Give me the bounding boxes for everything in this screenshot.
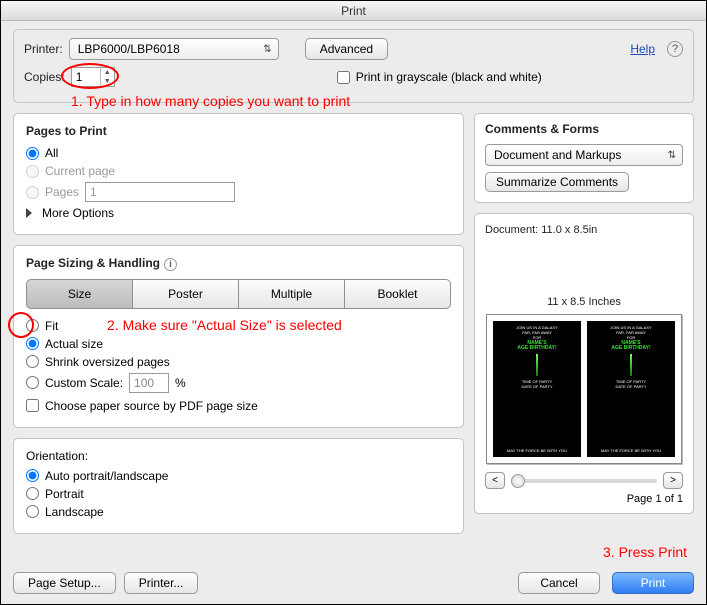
pages-range-input[interactable]: [85, 182, 235, 202]
choose-paper-checkbox[interactable]: [26, 399, 39, 412]
help-link[interactable]: Help: [630, 42, 655, 56]
shrink-radio[interactable]: [26, 355, 39, 368]
preview-panel: Document: 11.0 x 8.5in 11 x 8.5 Inches J…: [474, 213, 694, 514]
advanced-button[interactable]: Advanced: [305, 38, 388, 60]
printer-select[interactable]: LBP6000/LBP6018 ⇅: [69, 38, 279, 60]
doc-dims: Document: 11.0 x 8.5in: [485, 224, 683, 236]
preview-caption: 11 x 8.5 Inches: [485, 296, 683, 308]
preview-page: JOIN US IN A GALAXYFAR, FAR AWAYFOR NAME…: [486, 314, 682, 464]
cancel-button[interactable]: Cancel: [518, 572, 600, 594]
copies-input[interactable]: [72, 68, 100, 86]
window-title: Print: [1, 1, 706, 21]
pages-range-radio: [26, 186, 39, 199]
comments-heading: Comments & Forms: [485, 122, 683, 136]
slider-thumb[interactable]: [511, 474, 525, 488]
pages-current-radio: [26, 165, 39, 178]
seg-multiple[interactable]: Multiple: [239, 279, 345, 309]
orient-auto-radio[interactable]: [26, 469, 39, 482]
print-top-panel: Printer: LBP6000/LBP6018 ⇅ Advanced Help…: [13, 29, 694, 103]
printer-label: Printer:: [24, 42, 63, 56]
printer-select-value: LBP6000/LBP6018: [78, 42, 180, 56]
orientation-heading: Orientation:: [26, 449, 451, 463]
orient-portrait-row[interactable]: Portrait: [26, 487, 451, 501]
more-options-toggle[interactable]: More Options: [26, 206, 451, 220]
fit-radio[interactable]: [26, 319, 39, 332]
prev-page-button[interactable]: <: [485, 472, 505, 489]
info-icon[interactable]: i: [164, 258, 177, 271]
grayscale-checkbox[interactable]: [337, 71, 350, 84]
custom-scale-row[interactable]: Custom Scale: %: [26, 373, 451, 393]
custom-scale-radio[interactable]: [26, 376, 39, 389]
pages-heading: Pages to Print: [26, 124, 451, 138]
copies-label: Copies:: [24, 70, 65, 84]
custom-scale-input[interactable]: [129, 373, 169, 393]
choose-paper-row[interactable]: Choose paper source by PDF page size: [26, 399, 451, 413]
next-page-button[interactable]: >: [663, 472, 683, 489]
orient-landscape-radio[interactable]: [26, 505, 39, 518]
page-setup-button[interactable]: Page Setup...: [13, 572, 116, 594]
orient-portrait-radio[interactable]: [26, 487, 39, 500]
step-up-icon[interactable]: ▲: [101, 68, 114, 77]
sizing-heading: Page Sizing & Handlingi: [26, 256, 451, 271]
orient-landscape-row[interactable]: Landscape: [26, 505, 451, 519]
chevron-updown-icon: ⇅: [263, 44, 271, 55]
seg-booklet[interactable]: Booklet: [345, 279, 451, 309]
seg-poster[interactable]: Poster: [133, 279, 239, 309]
lightsaber-icon: [630, 354, 632, 376]
actual-size-radio[interactable]: [26, 337, 39, 350]
pages-current-row[interactable]: Current page: [26, 164, 451, 178]
help-icon[interactable]: ?: [667, 41, 683, 57]
step-down-icon[interactable]: ▼: [101, 77, 114, 86]
print-button[interactable]: Print: [612, 572, 694, 594]
grayscale-check-row[interactable]: Print in grayscale (black and white): [337, 70, 542, 84]
sizing-segmented: Size Poster Multiple Booklet: [26, 279, 451, 309]
dialog-footer: Page Setup... Printer... Cancel Print: [13, 572, 694, 594]
comments-select[interactable]: Document and Markups ⇅: [485, 144, 683, 166]
shrink-row[interactable]: Shrink oversized pages: [26, 355, 451, 369]
chevron-updown-icon: ⇅: [668, 150, 676, 161]
pages-range-row[interactable]: Pages: [26, 182, 451, 202]
orient-auto-row[interactable]: Auto portrait/landscape: [26, 469, 451, 483]
actual-size-row[interactable]: Actual size: [26, 337, 451, 351]
lightsaber-icon: [536, 354, 538, 376]
summarize-button[interactable]: Summarize Comments: [485, 172, 629, 192]
grayscale-label: Print in grayscale (black and white): [356, 70, 542, 84]
disclosure-triangle-icon: [26, 208, 32, 218]
pages-all-radio[interactable]: [26, 147, 39, 160]
comments-panel: Comments & Forms Document and Markups ⇅ …: [474, 113, 694, 203]
sizing-panel: Page Sizing & Handlingi Size Poster Mult…: [13, 245, 464, 428]
print-dialog: Print Printer: LBP6000/LBP6018 ⇅ Advance…: [0, 0, 707, 605]
orientation-panel: Orientation: Auto portrait/landscape Por…: [13, 438, 464, 534]
preview-thumb-right: JOIN US IN A GALAXYFAR, FAR AWAYFOR NAME…: [587, 321, 675, 457]
preview-nav: < >: [485, 472, 683, 489]
seg-size[interactable]: Size: [26, 279, 133, 309]
fit-row[interactable]: Fit: [26, 319, 451, 333]
copies-stepper[interactable]: ▲▼: [71, 67, 115, 87]
pages-to-print-panel: Pages to Print All Current page Pages: [13, 113, 464, 235]
preview-thumb-left: JOIN US IN A GALAXYFAR, FAR AWAYFOR NAME…: [493, 321, 581, 457]
page-indicator: Page 1 of 1: [485, 493, 683, 505]
preview-slider[interactable]: [511, 479, 657, 483]
printer-button[interactable]: Printer...: [124, 572, 199, 594]
pages-all-row[interactable]: All: [26, 146, 451, 160]
